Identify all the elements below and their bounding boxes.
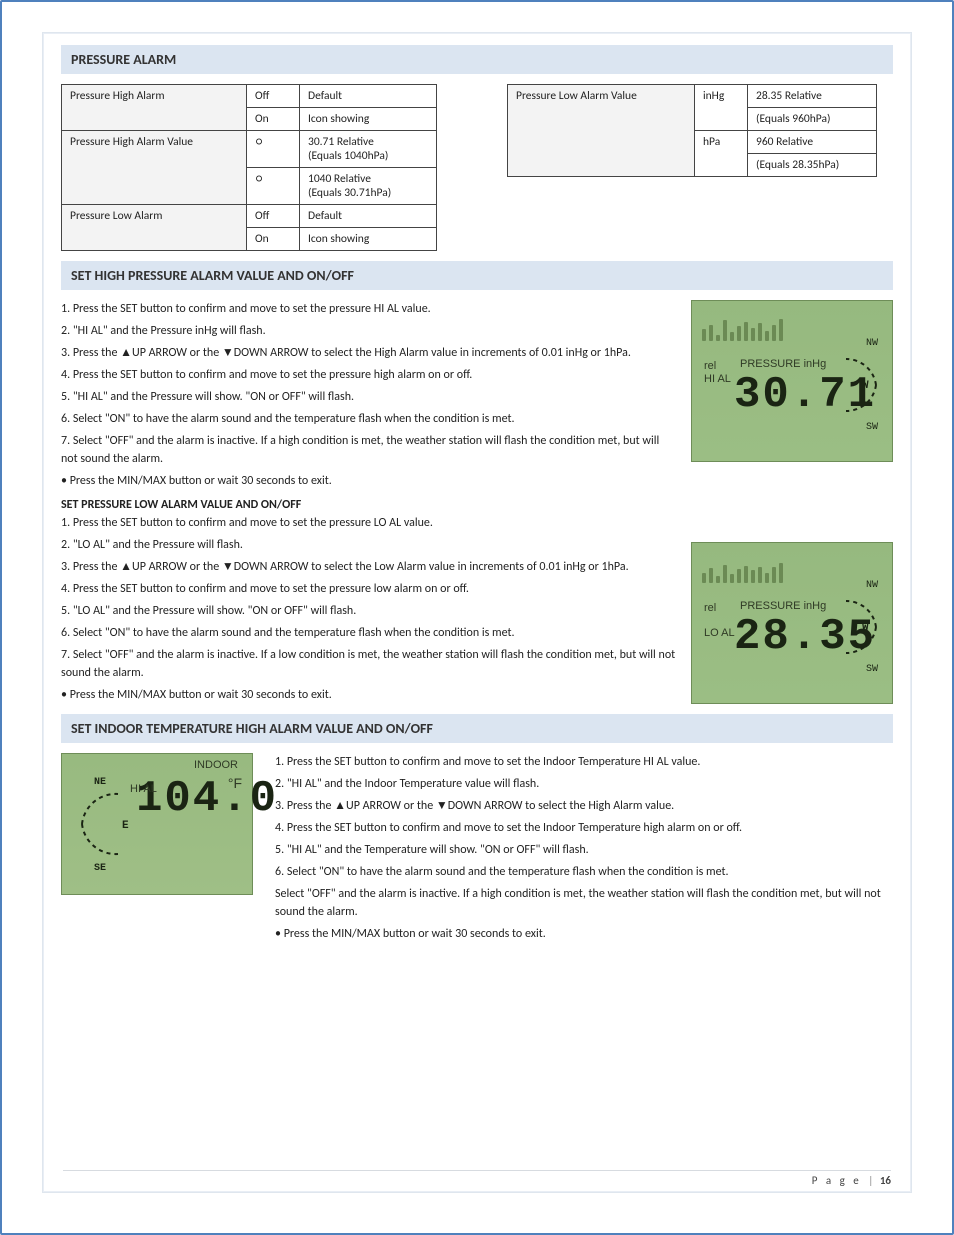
pressure-label: PRESSURE inHg xyxy=(740,359,826,370)
rel-tag: rel xyxy=(704,361,731,372)
svg-text:W: W xyxy=(862,380,869,392)
list-item: 6. Select "ON" to have the alarm sound a… xyxy=(61,410,677,428)
hi-pressure-lcd: rel HI AL PRESSURE inHg 30.71 NW W SW xyxy=(691,300,893,462)
bullet-icon: • xyxy=(61,474,67,488)
footer-separator: | xyxy=(864,1174,877,1187)
inhg-bullet-icon: ○ xyxy=(255,135,263,149)
row-label: Pressure Low Alarm xyxy=(62,205,247,251)
compass-icon: NE E SE xyxy=(72,762,142,886)
list-item: Select "OFF" and the alarm is inactive. … xyxy=(275,885,893,921)
table-row: Pressure High Alarm Off Default xyxy=(62,85,437,108)
compass-icon: NW W SW xyxy=(832,567,886,687)
list-item: 4. Press the SET button to confirm and m… xyxy=(61,366,677,384)
list-item: 3. Press the ▲UP ARROW or the ▼DOWN ARRO… xyxy=(61,344,677,362)
compass-icon: NW W SW xyxy=(832,325,886,445)
indoor-block: NE E SE INDOOR HI AL °F 104.0 1. Press t… xyxy=(61,753,893,943)
indoor-lcd: NE E SE INDOOR HI AL °F 104.0 xyxy=(61,753,253,895)
lo-pressure-lcd: rel LO AL PRESSURE inHg 28.35 NW W SW xyxy=(691,542,893,704)
bar-graph-icon xyxy=(702,553,828,583)
footer-page-word: P a g e xyxy=(812,1174,862,1187)
section-header-hi-pressure: SET HIGH PRESSURE ALARM VALUE AND ON/OFF xyxy=(61,261,893,290)
table-row: Pressure High Alarm Value ○ 30.71 Relati… xyxy=(62,131,437,168)
list-item: 2. "LO AL" and the Pressure will flash. xyxy=(61,536,677,554)
svg-text:W: W xyxy=(862,622,869,634)
list-item: 3. Press the ▲UP ARROW or the ▼DOWN ARRO… xyxy=(275,797,893,815)
pressure-label: PRESSURE inHg xyxy=(740,601,826,612)
section-header-pressure-alarm: PRESSURE ALARM xyxy=(61,45,893,74)
bullet-icon: • xyxy=(275,927,281,941)
row-label: Pressure High Alarm Value xyxy=(62,131,247,205)
alarm-tag: HI AL xyxy=(130,784,157,795)
footer-page-number: 16 xyxy=(880,1174,891,1187)
table-row: Pressure Low Alarm Off Default xyxy=(62,205,437,228)
rel-tag: rel xyxy=(704,603,735,614)
section-header-indoor: SET INDOOR TEMPERATURE HIGH ALARM VALUE … xyxy=(61,714,893,743)
list-item: 2. "HI AL" and the Pressure inHg will fl… xyxy=(61,322,677,340)
deg-f-label: °F xyxy=(228,776,242,790)
alarm-tag: LO AL xyxy=(704,628,735,639)
list-item: 6. Select "ON" to have the alarm sound a… xyxy=(61,624,677,642)
list-item: 1. Press the SET button to confirm and m… xyxy=(61,300,677,318)
hpa-bullet-icon: ○ xyxy=(255,172,263,186)
page-footer: P a g e | 16 xyxy=(63,1170,891,1186)
list-item: 5. "HI AL" and the Temperature will show… xyxy=(275,841,893,859)
list-item: 7. Select "OFF" and the alarm is inactiv… xyxy=(61,432,677,468)
svg-text:SE: SE xyxy=(94,863,106,874)
list-item: 5. "LO AL" and the Pressure will show. "… xyxy=(61,602,677,620)
indoor-steps: 1. Press the SET button to confirm and m… xyxy=(275,753,893,943)
exit-note: • Press the MIN/MAX button or wait 30 se… xyxy=(61,472,677,490)
list-item: 4. Press the SET button to confirm and m… xyxy=(61,580,677,598)
list-item: 3. Press the ▲UP ARROW or the ▼DOWN ARRO… xyxy=(61,558,677,576)
row-label: Pressure High Alarm xyxy=(62,85,247,131)
hi-pressure-steps: 1. Press the SET button to confirm and m… xyxy=(61,300,677,704)
bullet-icon: • xyxy=(61,688,67,702)
list-item: 1. Press the SET button to confirm and m… xyxy=(61,514,677,532)
exit-note: • Press the MIN/MAX button or wait 30 se… xyxy=(275,925,893,943)
list-item: 1. Press the SET button to confirm and m… xyxy=(275,753,893,771)
svg-text:SW: SW xyxy=(866,664,878,675)
list-item: 6. Select "ON" to have the alarm sound a… xyxy=(275,863,893,881)
svg-text:NE: NE xyxy=(94,777,106,788)
pressure-alarm-tables: Pressure High Alarm Off Default On Icon … xyxy=(61,84,893,251)
bar-graph-icon xyxy=(702,311,828,341)
content-area: PRESSURE ALARM Pressure High Alarm Off D… xyxy=(42,32,912,1193)
indoor-lcd-wrap: NE E SE INDOOR HI AL °F 104.0 xyxy=(61,753,261,895)
page-frame: PRESSURE ALARM Pressure High Alarm Off D… xyxy=(0,0,954,1235)
exit-note: • Press the MIN/MAX button or wait 30 se… xyxy=(61,686,677,704)
svg-text:NW: NW xyxy=(866,338,878,349)
row-label: Pressure Low Alarm Value xyxy=(508,85,695,177)
subsection-header-lo-pressure: SET PRESSURE LOW ALARM VALUE AND ON/OFF xyxy=(61,496,677,514)
svg-text:NW: NW xyxy=(866,580,878,591)
list-item: 5. "HI AL" and the Pressure will show. "… xyxy=(61,388,677,406)
table-row: Pressure Low Alarm Value inHg 28.35 Rela… xyxy=(508,85,877,108)
list-item: 2. "HI AL" and the Indoor Temperature va… xyxy=(275,775,893,793)
svg-text:SW: SW xyxy=(866,422,878,433)
svg-text:E: E xyxy=(122,820,129,832)
pressure-alarm-table-right: Pressure Low Alarm Value inHg 28.35 Rela… xyxy=(507,84,877,177)
list-item: 4. Press the SET button to confirm and m… xyxy=(275,819,893,837)
hi-pressure-block: 1. Press the SET button to confirm and m… xyxy=(61,300,893,704)
list-item: 7. Select "OFF" and the alarm is inactiv… xyxy=(61,646,677,682)
pressure-alarm-table-left: Pressure High Alarm Off Default On Icon … xyxy=(61,84,437,251)
indoor-label: INDOOR xyxy=(136,760,246,771)
alarm-tag: HI AL xyxy=(704,374,731,385)
